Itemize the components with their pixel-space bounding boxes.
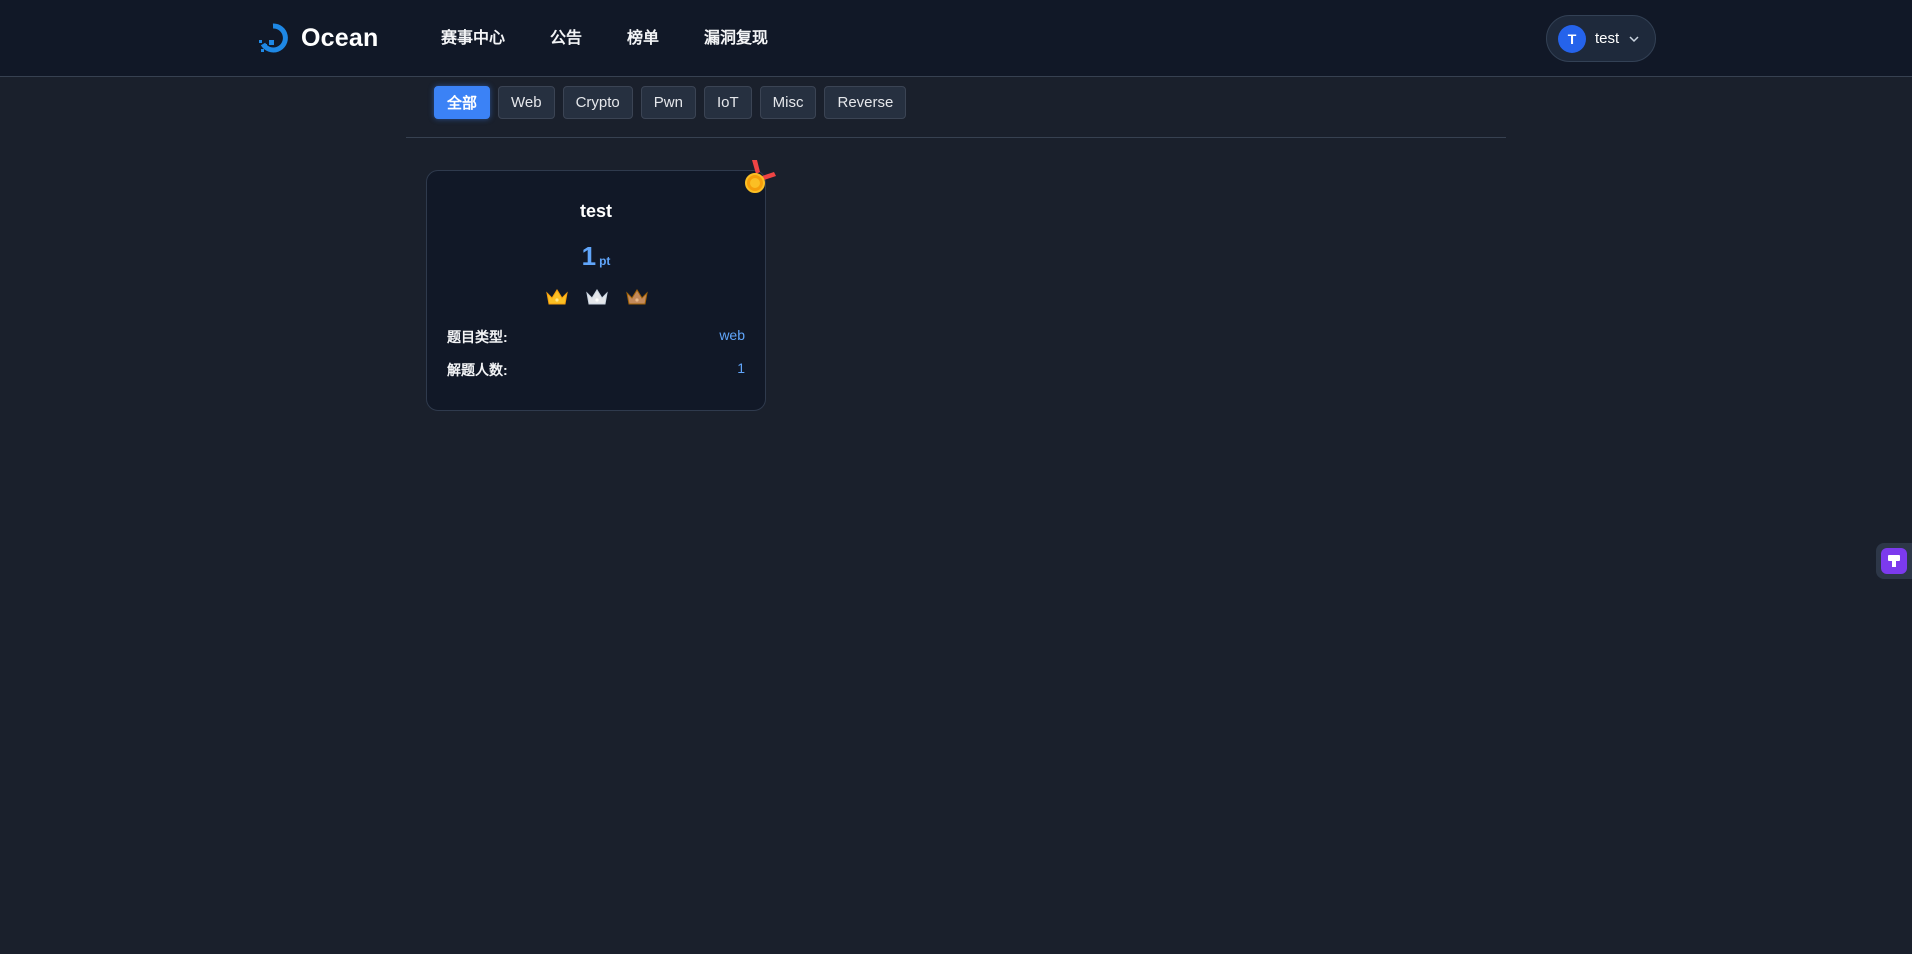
challenge-type-value: web (719, 327, 745, 343)
filter-divider (406, 137, 1506, 138)
blood-crowns (546, 288, 648, 306)
brand-logo[interactable]: Ocean (257, 20, 378, 56)
challenge-score: 1 pt (427, 241, 765, 272)
avatar: T (1558, 24, 1586, 53)
user-name: test (1595, 30, 1620, 47)
challenge-type-row: 题目类型: web (447, 327, 745, 347)
filter-reverse[interactable]: Reverse (824, 86, 907, 119)
nav-item-leaderboard[interactable]: 榜单 (627, 25, 659, 53)
main-nav: 赛事中心 公告 榜单 漏洞复现 (441, 25, 813, 53)
nav-item-vuln-reproduction[interactable]: 漏洞复现 (704, 25, 768, 53)
category-filter-bar: 全部 Web Crypto Pwn IoT Misc Reverse (434, 86, 907, 119)
challenge-title: test (579, 201, 612, 221)
score-unit: pt (599, 254, 611, 268)
solved-medal-icon (745, 160, 776, 193)
score-value: 1 (581, 241, 597, 271)
challenge-type-label: 题目类型: (447, 329, 508, 345)
top-navbar: Ocean 赛事中心 公告 榜单 漏洞复现 T test (0, 0, 1912, 77)
nav-item-competitions[interactable]: 赛事中心 (441, 25, 505, 53)
user-menu-button[interactable]: T test (1546, 15, 1656, 62)
challenge-card[interactable]: test 1 pt 题目类型: web 解题人数: 1 (426, 170, 766, 411)
chevron-down-icon (1629, 35, 1639, 42)
filter-pwn[interactable]: Pwn (640, 86, 696, 119)
ocean-logo-icon (259, 23, 288, 53)
challenge-solves-label: 解题人数: (447, 362, 508, 378)
filter-web[interactable]: Web (498, 86, 555, 119)
side-assistant-widget[interactable] (1876, 543, 1912, 579)
bronze-crown-icon (626, 289, 648, 305)
challenge-solves-row: 解题人数: 1 (447, 360, 745, 380)
filter-misc[interactable]: Misc (759, 86, 817, 119)
assistant-icon (1881, 548, 1907, 574)
silver-crown-icon (586, 289, 608, 305)
filter-iot[interactable]: IoT (703, 86, 752, 119)
brand-name: Ocean (301, 23, 379, 52)
challenge-solves-value: 1 (737, 360, 745, 376)
gold-crown-icon (546, 289, 568, 305)
filter-crypto[interactable]: Crypto (562, 86, 633, 119)
filter-all[interactable]: 全部 (434, 86, 491, 119)
nav-item-announcements[interactable]: 公告 (550, 25, 582, 53)
